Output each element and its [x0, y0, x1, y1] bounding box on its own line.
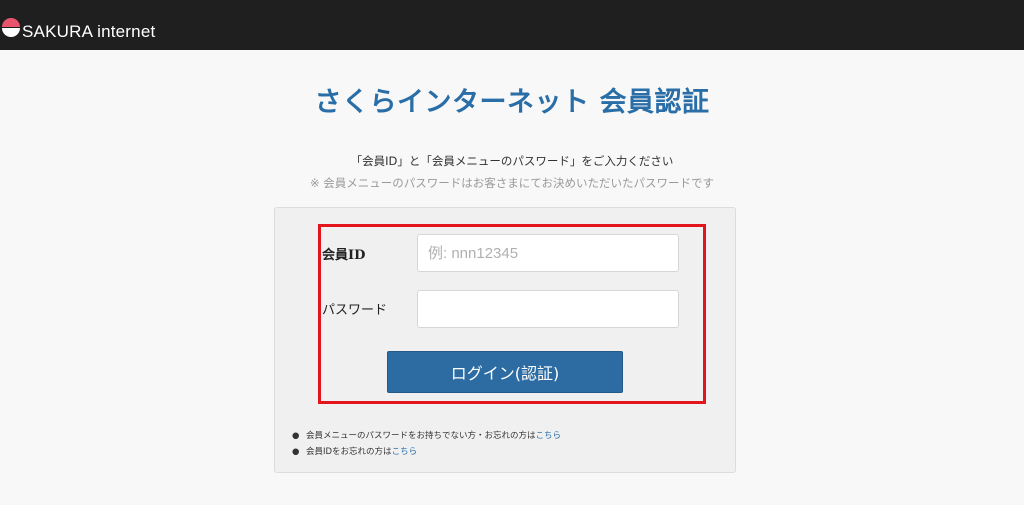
bullet-icon: ●	[292, 431, 300, 441]
instruction-text: 「会員ID」と「会員メニューのパスワード」をご入力ください	[350, 154, 674, 168]
help-list: ● 会員メニューのパスワードをお持ちでない方・お忘れの方はこちら ● 会員IDを…	[290, 428, 561, 460]
bullet-icon: ●	[292, 447, 300, 457]
list-item: ● 会員IDをお忘れの方はこちら	[290, 444, 561, 460]
top-bar: SAKURA internet	[0, 0, 1024, 50]
forgot-member-id-link[interactable]: こちら	[392, 447, 418, 457]
list-item: ● 会員メニューのパスワードをお持ちでない方・お忘れの方はこちら	[290, 428, 561, 444]
forgot-password-link[interactable]: こちら	[536, 431, 562, 441]
page-title: さくらインターネット 会員認証	[314, 87, 710, 118]
logo-text: SAKURA internet	[22, 22, 156, 41]
sakura-logo-icon	[2, 18, 20, 37]
password-note: ※ 会員メニューのパスワードはお客さまにてお決めいただいたパスワードです	[310, 176, 714, 190]
highlight-box	[318, 224, 706, 404]
help-text-member-id: 会員IDをお忘れの方は	[306, 447, 392, 457]
help-text-password: 会員メニューのパスワードをお持ちでない方・お忘れの方は	[306, 431, 536, 441]
